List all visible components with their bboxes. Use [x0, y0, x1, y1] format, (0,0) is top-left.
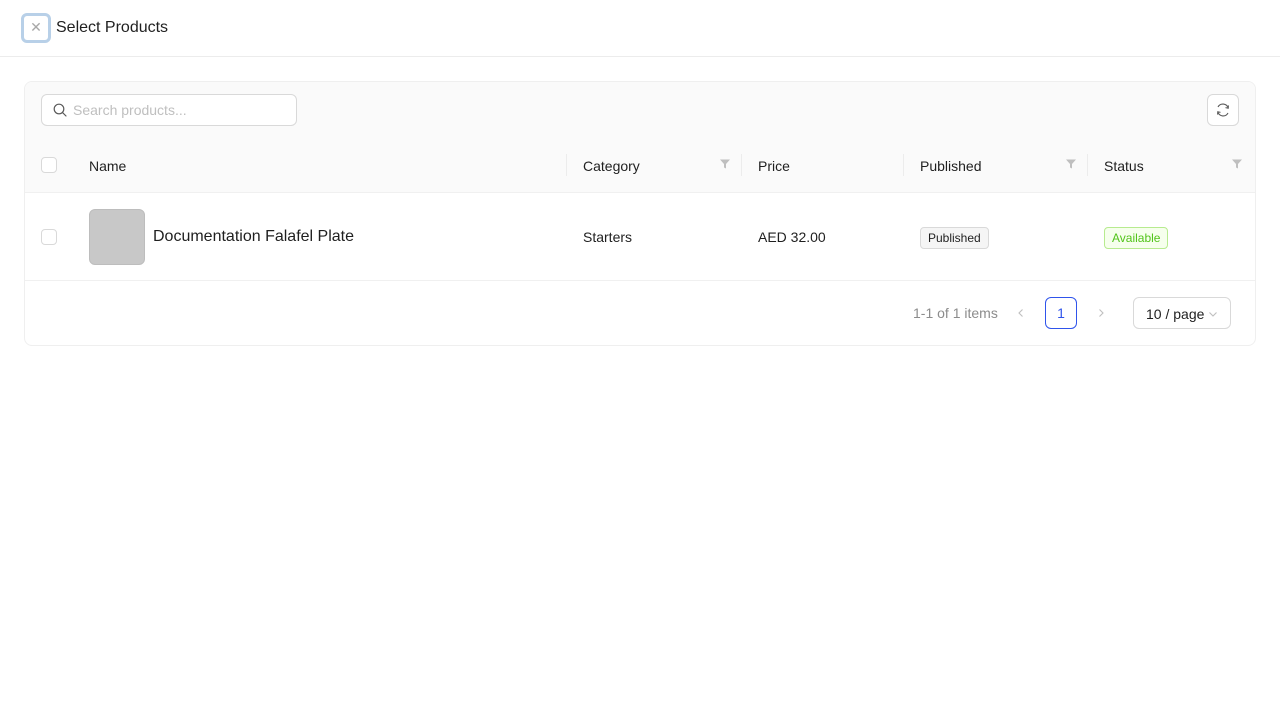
column-header-price[interactable]: Price [758, 138, 790, 193]
table-toolbar [25, 82, 1255, 138]
search-input[interactable] [73, 100, 288, 120]
select-all-checkbox[interactable] [41, 157, 57, 173]
reload-icon [1217, 103, 1229, 117]
chevron-left-icon [1018, 309, 1023, 317]
page-number-button[interactable]: 1 [1045, 297, 1077, 329]
published-badge: Published [920, 227, 989, 249]
search-box[interactable] [41, 94, 297, 126]
table-row[interactable]: Documentation Falafel Plate Starters AED… [25, 193, 1255, 281]
reload-button[interactable] [1207, 94, 1239, 126]
page-title: Select Products [56, 19, 169, 36]
next-page-button[interactable] [1093, 305, 1109, 321]
page-size-value: 10 / page [1146, 306, 1205, 322]
chevron-down-icon [1209, 312, 1217, 317]
product-category: Starters [583, 229, 633, 245]
search-icon [53, 103, 67, 117]
column-header-status[interactable]: Status [1104, 138, 1144, 193]
product-thumbnail [89, 209, 145, 265]
product-price: AED 32.00 [758, 229, 826, 245]
category-filter-icon[interactable] [719, 158, 731, 170]
status-filter-icon[interactable] [1231, 158, 1243, 170]
chevron-right-icon [1099, 309, 1104, 317]
column-header-name[interactable]: Name [89, 138, 126, 193]
column-separator [741, 154, 742, 176]
column-header-category[interactable]: Category [583, 138, 640, 193]
column-separator [1087, 154, 1088, 176]
prev-page-button[interactable] [1013, 305, 1029, 321]
status-badge: Available [1104, 227, 1169, 249]
column-separator [903, 154, 904, 176]
close-icon: ✕ [30, 20, 42, 36]
pagination-total: 1-1 of 1 items [913, 305, 998, 321]
published-filter-icon[interactable] [1065, 158, 1077, 170]
modal-header: ✕ Select Products [0, 0, 1280, 57]
pagination: 1-1 of 1 items 1 10 / page [25, 281, 1255, 345]
row-checkbox[interactable] [41, 229, 57, 245]
column-separator [566, 154, 567, 176]
page-size-select[interactable]: 10 / page [1133, 297, 1231, 329]
column-header-published[interactable]: Published [920, 138, 982, 193]
product-name: Documentation Falafel Plate [153, 228, 354, 245]
products-table-card: Name Category Price Published Status Doc… [24, 81, 1256, 346]
close-button[interactable]: ✕ [21, 13, 51, 43]
table-header: Name Category Price Published Status [25, 138, 1255, 193]
